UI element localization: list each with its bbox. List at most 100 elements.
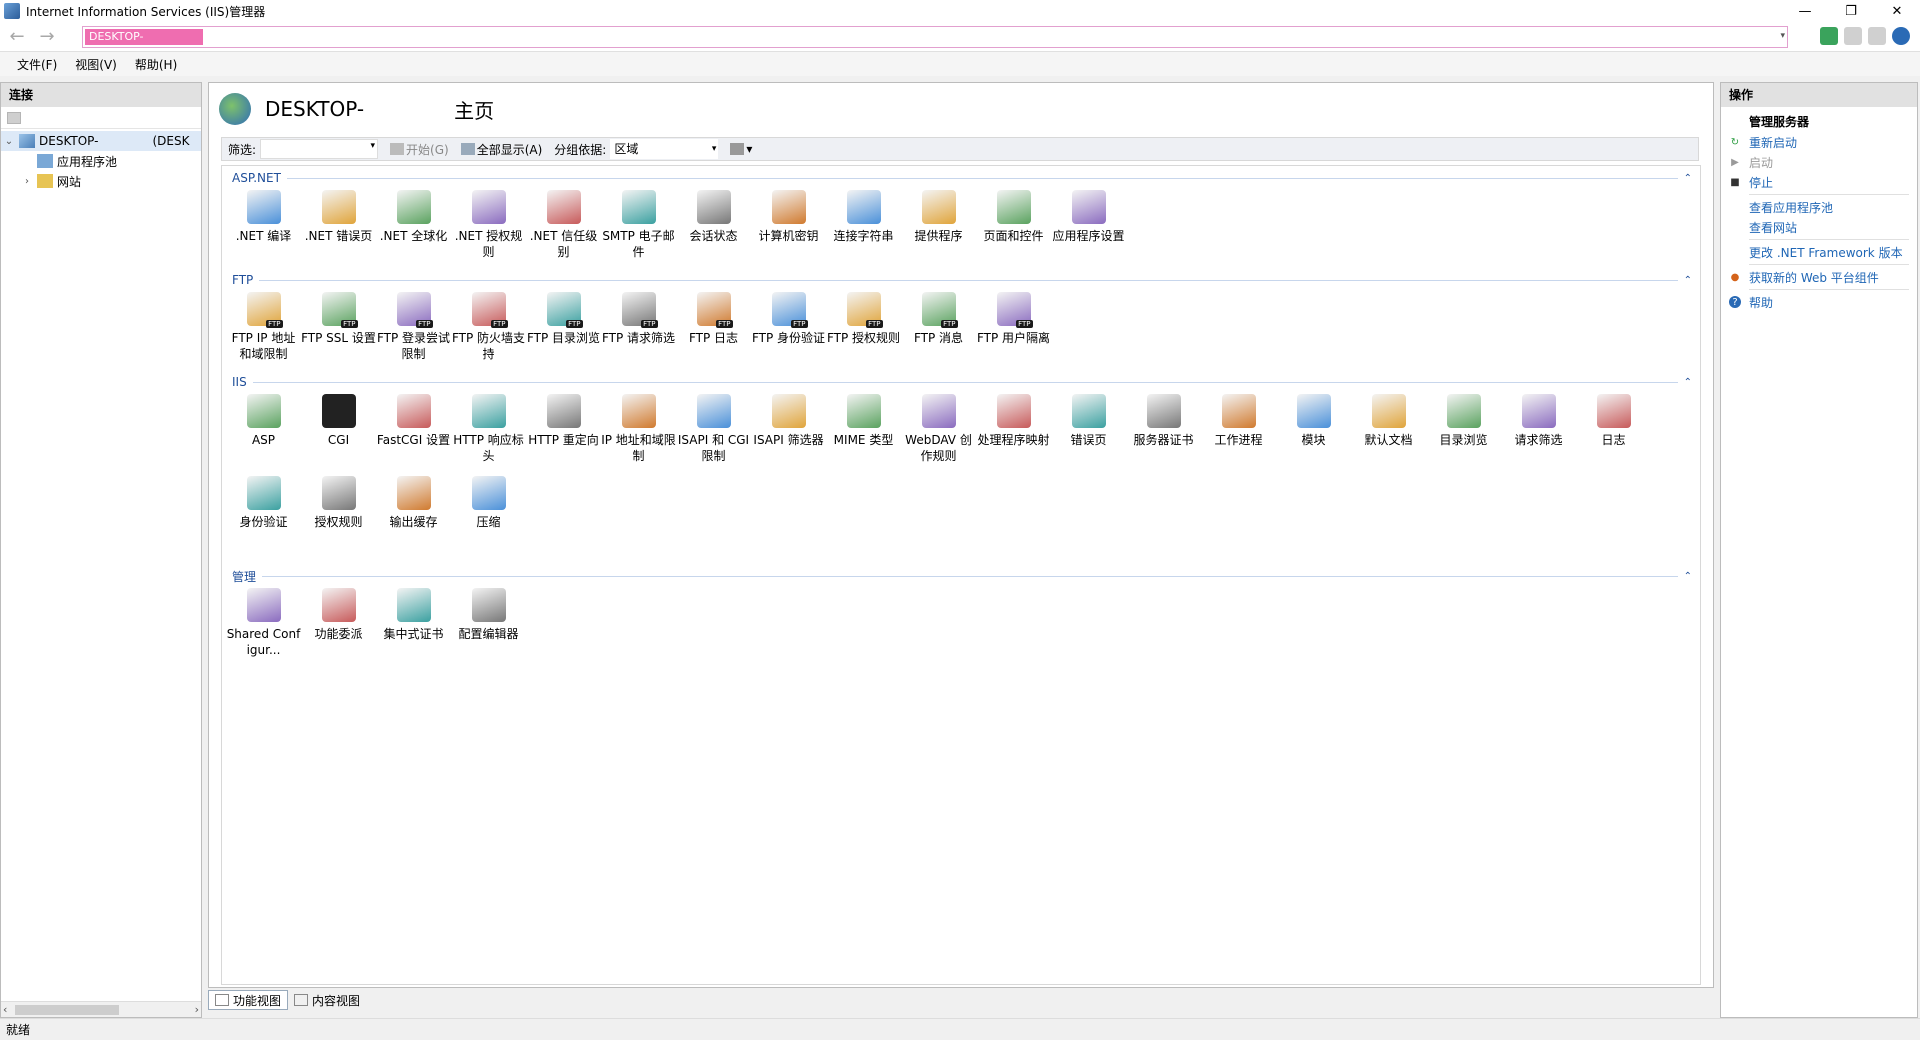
feature-tile[interactable]: FTP 日志 [676,288,751,370]
feature-tile[interactable]: 服务器证书 [1126,390,1201,472]
feature-tile[interactable]: FastCGI 设置 [376,390,451,472]
menu-item[interactable]: 视图(V) [66,56,126,73]
feature-tile[interactable]: 会话状态 [676,186,751,268]
connect-icon[interactable] [7,111,21,124]
feature-tile[interactable]: 提供程序 [901,186,976,268]
collapse-icon[interactable]: ⌃ [1684,571,1692,582]
action-item[interactable]: ? 帮助 [1721,292,1917,312]
feature-tile[interactable]: HTTP 响应标头 [451,390,526,472]
group-header[interactable]: FTP ⌃ [222,272,1700,288]
start-button[interactable]: 开始(G) [390,141,449,158]
expanded-icon[interactable]: ⌄ [3,136,15,147]
action-item[interactable]: 查看网站 [1721,217,1917,237]
stop-nav-icon[interactable] [1844,27,1862,45]
feature-tile[interactable]: FTP 目录浏览 [526,288,601,370]
forward-button[interactable]: → [34,26,60,48]
feature-tile[interactable]: FTP 登录尝试限制 [376,288,451,370]
filter-bar: 筛选: 开始(G) 全部显示(A) 分组依据: 区域 ▾ [221,137,1699,161]
feature-tile[interactable]: 计算机密钥 [751,186,826,268]
feature-tile[interactable]: .NET 信任级别 [526,186,601,268]
address-segment[interactable]: DESKTOP- [85,29,203,45]
scroll-right-icon[interactable]: › [195,1003,199,1016]
minimize-button[interactable]: — [1782,0,1828,22]
feature-tile[interactable]: ISAPI 筛选器 [751,390,826,472]
feature-tile[interactable]: 授权规则 [301,472,376,554]
feature-tile[interactable]: FTP 消息 [901,288,976,370]
feature-tile[interactable]: ISAPI 和 CGI 限制 [676,390,751,472]
address-dropdown-icon[interactable]: ▾ [1780,31,1785,41]
action-item[interactable]: 查看应用程序池 [1721,197,1917,217]
feature-tile[interactable]: IP 地址和域限制 [601,390,676,472]
tree-node[interactable]: ⌄ DESKTOP- (DESK [1,131,201,151]
feature-tile[interactable]: 配置编辑器 [451,584,526,666]
feature-tile[interactable]: .NET 授权规则 [451,186,526,268]
feature-tile[interactable]: CGI [301,390,376,472]
feature-tile[interactable]: .NET 全球化 [376,186,451,268]
feature-tile[interactable]: FTP 用户隔离 [976,288,1051,370]
home-icon[interactable] [1868,27,1886,45]
view-mode-button[interactable]: ▾ [730,142,752,156]
feature-tile[interactable]: 默认文档 [1351,390,1426,472]
group-header[interactable]: 管理 ⌃ [222,568,1700,584]
address-input[interactable]: DESKTOP- ▾ [82,26,1788,48]
feature-tile[interactable]: 日志 [1576,390,1651,472]
feature-tile[interactable]: .NET 错误页 [301,186,376,268]
feature-tile[interactable]: 工作进程 [1201,390,1276,472]
feature-tile[interactable]: 请求筛选 [1501,390,1576,472]
feature-tile[interactable]: 压缩 [451,472,526,554]
feature-tile[interactable]: 集中式证书 [376,584,451,666]
feature-tile[interactable]: FTP 请求筛选 [601,288,676,370]
feature-tile[interactable]: .NET 编译 [226,186,301,268]
feature-tile[interactable]: SMTP 电子邮件 [601,186,676,268]
feature-tile[interactable]: 连接字符串 [826,186,901,268]
restore-button[interactable]: ❐ [1828,0,1874,22]
scroll-thumb[interactable] [15,1005,119,1015]
collapse-icon[interactable]: ⌃ [1684,275,1692,286]
show-all-button[interactable]: 全部显示(A) [460,141,542,158]
feature-tile[interactable]: FTP 身份验证 [751,288,826,370]
feature-tile[interactable]: ASP [226,390,301,472]
features-view-tab[interactable]: 功能视图 [208,990,289,1010]
feature-tile[interactable]: WebDAV 创作规则 [901,390,976,472]
feature-tile[interactable]: 页面和控件 [976,186,1051,268]
collapse-icon[interactable]: ⌃ [1684,377,1692,388]
feature-tile[interactable]: HTTP 重定向 [526,390,601,472]
filter-input[interactable] [260,139,379,159]
feature-tile[interactable]: 功能委派 [301,584,376,666]
content-view-tab[interactable]: 内容视图 [288,990,366,1010]
menu-item[interactable]: 文件(F) [8,56,66,73]
action-item[interactable]: ■ 停止 [1721,172,1917,192]
feature-tile[interactable]: 身份验证 [226,472,301,554]
help-menu-icon[interactable] [1892,27,1910,45]
feature-tile[interactable]: 目录浏览 [1426,390,1501,472]
feature-tile[interactable]: FTP IP 地址和域限制 [226,288,301,370]
feature-tile[interactable]: 错误页 [1051,390,1126,472]
go-icon[interactable] [1820,27,1838,45]
feature-tile[interactable]: 输出缓存 [376,472,451,554]
feature-tile[interactable]: FTP SSL 设置 [301,288,376,370]
feature-label: 服务器证书 [1133,433,1194,447]
action-item[interactable]: ● 获取新的 Web 平台组件 [1721,267,1917,287]
group-by-select[interactable]: 区域 [610,139,719,159]
feature-tile[interactable]: 处理程序映射 [976,390,1051,472]
feature-tile[interactable]: FTP 防火墙支持 [451,288,526,370]
tree-node[interactable]: › 网站 [1,171,201,191]
scroll-left-icon[interactable]: ‹ [3,1003,7,1016]
group-header[interactable]: ASP.NET ⌃ [222,170,1700,186]
feature-tile[interactable]: 模块 [1276,390,1351,472]
group-header[interactable]: IIS ⌃ [222,374,1700,390]
tree-node[interactable]: 应用程序池 [1,151,201,171]
horizontal-scrollbar[interactable]: ‹ › [1,1001,201,1017]
feature-tile[interactable]: Shared Configur... [226,584,301,666]
feature-tile[interactable]: 应用程序设置 [1051,186,1126,268]
menu-item[interactable]: 帮助(H) [126,56,186,73]
close-button[interactable]: ✕ [1874,0,1920,22]
back-button[interactable]: ← [4,26,30,48]
collapsed-icon[interactable]: › [21,176,33,187]
action-item[interactable]: 更改 .NET Framework 版本 [1721,242,1917,262]
collapse-icon[interactable]: ⌃ [1684,173,1692,184]
feature-label: 日志 [1601,433,1626,447]
feature-tile[interactable]: MIME 类型 [826,390,901,472]
action-item[interactable]: ↻ 重新启动 [1721,132,1917,152]
feature-tile[interactable]: FTP 授权规则 [826,288,901,370]
